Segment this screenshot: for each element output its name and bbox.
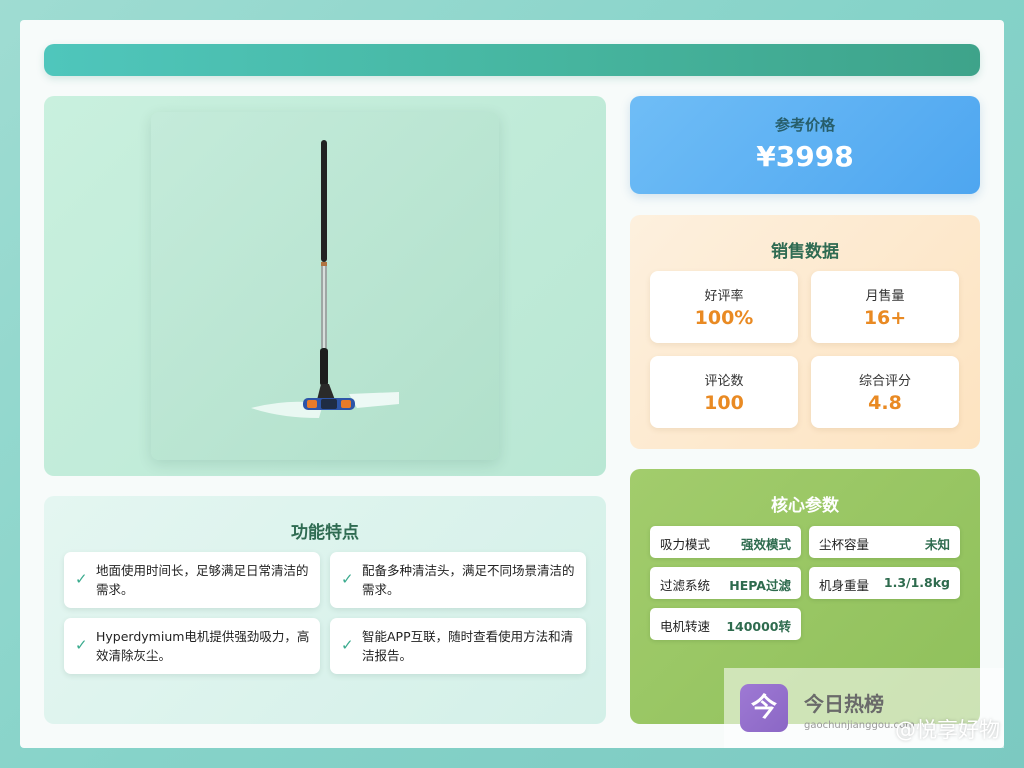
stat-label: 好评率 — [704, 289, 744, 304]
feature-item: ✓ Hyperdymium电机提供强劲吸力，高效清除灰尘。 — [64, 618, 320, 674]
price-panel: 参考价格 ¥3998 — [630, 96, 980, 194]
stat-value: 100% — [694, 307, 754, 329]
stat-value: 4.8 — [868, 392, 902, 414]
feature-item: ✓ 智能APP互联，随时查看使用方法和清洁报告。 — [330, 618, 586, 674]
price-label: 参考价格 — [774, 116, 835, 134]
product-image-panel — [44, 96, 606, 476]
feature-item: ✓ 地面使用时间长，足够满足日常清洁的需求。 — [64, 552, 320, 608]
spec-row: 尘杯容量 未知 — [809, 526, 960, 558]
feature-text: 智能APP互联，随时查看使用方法和清洁报告。 — [362, 629, 574, 663]
stat-review-count: 评论数 100 — [650, 356, 798, 428]
specs-title: 核心参数 — [771, 496, 839, 516]
spec-key: 机身重量 — [819, 578, 870, 593]
spec-value: HEPA过滤 — [729, 578, 791, 593]
product-image — [151, 112, 499, 460]
watermark-title: 今日热榜 — [804, 692, 884, 716]
spec-row: 机身重量 1.3/1.8kg — [809, 567, 960, 599]
check-icon: ✓ — [341, 570, 354, 588]
spec-row: 电机转速 140000转 — [650, 608, 801, 640]
stat-overall-rating: 综合评分 4.8 — [811, 356, 959, 428]
spec-key: 电机转速 — [660, 619, 711, 634]
spec-value: 强效模式 — [740, 537, 791, 552]
stat-label: 月售量 — [865, 289, 905, 304]
watermark-logo-icon: 今 — [740, 684, 788, 732]
watermark: 今 今日热榜 gaochunjianggou.com @悦享好物 — [724, 668, 1004, 748]
spec-key: 吸力模式 — [660, 537, 711, 552]
spec-key: 过滤系统 — [660, 578, 711, 593]
spec-key: 尘杯容量 — [819, 537, 870, 552]
spec-value: 未知 — [924, 537, 950, 552]
features-title: 功能特点 — [291, 523, 359, 543]
feature-text: 配备多种清洁头，满足不同场景清洁的需求。 — [362, 563, 575, 597]
spec-value: 1.3/1.8kg — [883, 575, 950, 590]
sales-panel: 销售数据 好评率 100% 月售量 16+ 评论数 100 综合评分 4.8 — [630, 215, 980, 449]
stat-value: 16+ — [863, 307, 907, 329]
stat-label: 综合评分 — [858, 374, 911, 389]
watermark-brand: @悦享好物 — [895, 718, 1000, 742]
features-panel: 功能特点 ✓ 地面使用时间长，足够满足日常清洁的需求。 ✓ 配备多种清洁头，满足… — [44, 496, 606, 724]
spec-value: 140000转 — [726, 619, 791, 634]
stat-label: 评论数 — [704, 374, 744, 389]
sales-title: 销售数据 — [771, 242, 839, 262]
stat-value: 100 — [704, 392, 744, 414]
header-bar — [44, 44, 980, 76]
vacuum-cleaner-image — [251, 140, 399, 418]
spec-row: 过滤系统 HEPA过滤 — [650, 567, 801, 599]
stat-positive-rate: 好评率 100% — [650, 271, 798, 343]
price-value: ¥3998 — [756, 140, 854, 173]
main-card: 功能特点 ✓ 地面使用时间长，足够满足日常清洁的需求。 ✓ 配备多种清洁头，满足… — [20, 20, 1004, 748]
feature-text: 地面使用时间长，足够满足日常清洁的需求。 — [96, 563, 309, 597]
feature-text: Hyperdymium电机提供强劲吸力，高效清除灰尘。 — [96, 629, 310, 663]
stat-monthly-sales: 月售量 16+ — [811, 271, 959, 343]
spec-row: 吸力模式 强效模式 — [650, 526, 801, 558]
check-icon: ✓ — [75, 636, 88, 654]
feature-item: ✓ 配备多种清洁头，满足不同场景清洁的需求。 — [330, 552, 586, 608]
check-icon: ✓ — [75, 570, 88, 588]
check-icon: ✓ — [341, 636, 354, 654]
